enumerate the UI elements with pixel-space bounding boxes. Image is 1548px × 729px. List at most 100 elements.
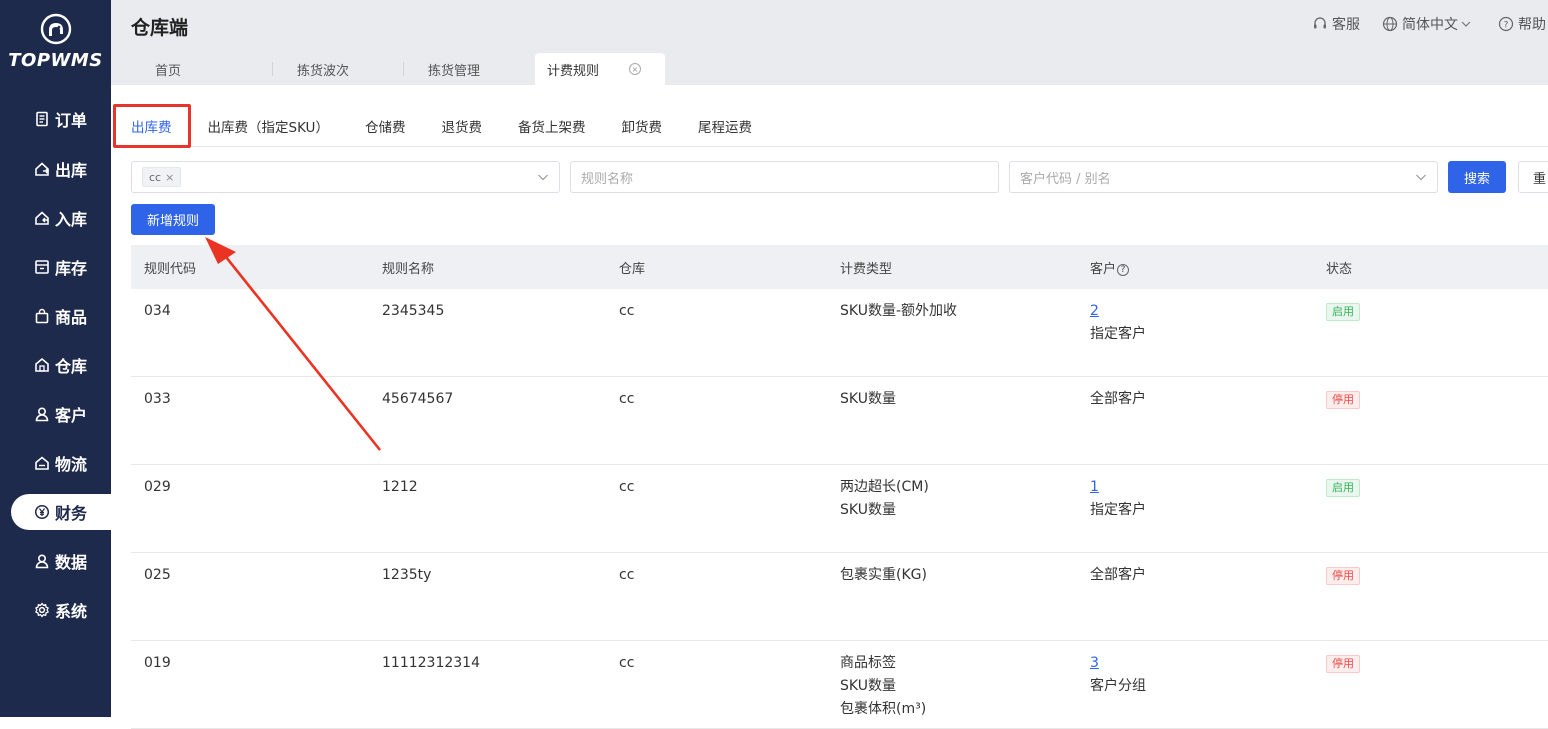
elephant-logo-icon — [40, 13, 71, 45]
table-header: 规则代码 规则名称 仓库 计费类型 客户? 状态 — [131, 245, 1548, 289]
customer: 全部客户 — [1090, 388, 1146, 411]
column-header: 规则代码 — [144, 258, 196, 281]
tab-3[interactable]: 计费规则 × — [535, 53, 665, 85]
sidebar-item-label: 库存 — [55, 259, 88, 278]
reset-button[interactable]: 重 — [1518, 161, 1548, 193]
customer-count-link[interactable]: 2 — [1090, 300, 1146, 323]
sidebar-item-label: 出库 — [55, 161, 88, 180]
sidebar-item-label: 仓库 — [55, 357, 88, 376]
customer-select[interactable]: 客户代码 / 别名 — [1009, 161, 1438, 193]
status-badge: 停用 — [1326, 567, 1360, 585]
tab-close-icon[interactable]: × — [629, 63, 642, 75]
customer-scope: 全部客户 — [1090, 391, 1146, 407]
inbound-icon — [33, 209, 51, 227]
sidebar-item-3[interactable]: 库存 — [11, 249, 111, 285]
language-select[interactable]: 简体中文 — [1382, 14, 1476, 34]
customer-scope: 全部客户 — [1090, 567, 1146, 583]
customer-service-button[interactable]: 客服 — [1312, 14, 1360, 34]
column-header: 规则名称 — [382, 258, 434, 281]
fee-types: 两边超长(CM) SKU数量 — [840, 476, 929, 522]
fee-type: 两边超长(CM) — [840, 479, 929, 495]
rule-code: 025 — [144, 567, 171, 583]
subtab-2[interactable]: 仓储费 — [365, 105, 406, 147]
sidebar-item-2[interactable]: 入库 — [11, 200, 111, 236]
column-header-label: 规则代码 — [144, 262, 197, 277]
sidebar-item-6[interactable]: 客户 — [11, 396, 111, 432]
fee-type: 包裹实重(KG) — [840, 567, 927, 583]
sidebar-item-1[interactable]: 出库 — [11, 151, 111, 187]
sidebar-item-0[interactable]: 订单 — [11, 101, 111, 137]
column-header-label: 客户 — [1090, 262, 1117, 277]
rule-code: 033 — [144, 391, 171, 407]
customer-scope: 指定客户 — [1090, 326, 1146, 342]
question-circle-icon[interactable]: ? — [1117, 264, 1130, 276]
sidebar: TOPWMS 订单 出库 入库 库存 商品 仓库 客户 物流 财务 数据 系统 — [0, 0, 111, 717]
help-button[interactable]: ? 帮助 — [1498, 14, 1548, 34]
tab-label: 首页 — [155, 63, 182, 79]
fee-types: 包裹实重(KG) — [840, 564, 927, 587]
sidebar-item-label: 财务 — [55, 504, 88, 523]
column-header-label: 仓库 — [619, 262, 646, 277]
chip-close-icon[interactable]: × — [165, 171, 174, 184]
rule-name: 1212 — [382, 479, 418, 495]
fee-types: 商品标签 SKU数量 包裹体积(m³) — [840, 652, 926, 721]
rule-name-placeholder: 规则名称 — [581, 171, 634, 187]
warehouse: cc — [619, 303, 635, 319]
customer: 3 客户分组 — [1090, 652, 1146, 698]
help-label: 帮助 — [1518, 17, 1546, 33]
status-cell: 启用 — [1326, 476, 1360, 499]
search-button[interactable]: 搜索 — [1448, 161, 1506, 193]
customer-count-link[interactable]: 3 — [1090, 652, 1146, 675]
sidebar-item-9[interactable]: 数据 — [11, 543, 111, 579]
add-rule-button[interactable]: 新增规则 — [131, 204, 215, 235]
fee-types: SKU数量-额外加收 — [840, 300, 957, 323]
inventory-box-icon — [33, 258, 51, 276]
fee-type: 包裹体积(m³) — [840, 701, 927, 717]
table-row: 033 45674567 cc SKU数量 全部客户 停用 — [131, 377, 1548, 465]
column-header: 仓库 — [619, 258, 645, 281]
subtab-5[interactable]: 卸货费 — [621, 105, 662, 147]
chevron-down-icon — [538, 174, 548, 181]
sidebar-item-8[interactable]: 财务 — [11, 494, 111, 530]
logistics-icon — [33, 454, 51, 472]
sidebar-item-label: 订单 — [55, 111, 88, 130]
highlight-annotation-box — [113, 104, 191, 148]
sidebar-item-4[interactable]: 商品 — [11, 298, 111, 334]
rule-name: 2345345 — [382, 303, 445, 319]
outbound-icon — [33, 160, 51, 178]
warehouse-chip[interactable]: cc × — [142, 167, 182, 187]
header-tools: 客服 简体中文 ? 帮助 — [1290, 14, 1548, 34]
fee-type: SKU数量 — [840, 502, 896, 518]
tab-label: 计费规则 — [547, 63, 600, 79]
status-badge: 停用 — [1326, 655, 1360, 673]
subtab-4[interactable]: 备货上架费 — [518, 105, 586, 147]
rule-name-input[interactable]: 规则名称 — [570, 161, 999, 193]
fee-type: SKU数量-额外加收 — [840, 303, 957, 319]
service-label: 客服 — [1332, 17, 1360, 33]
status-cell: 启用 — [1326, 300, 1360, 323]
rule-name: 1235ty — [382, 567, 432, 583]
sidebar-item-label: 物流 — [55, 455, 88, 474]
language-label: 简体中文 — [1402, 17, 1458, 33]
customer: 1 指定客户 — [1090, 476, 1146, 522]
sidebar-item-10[interactable]: 系统 — [11, 592, 111, 628]
data-user-icon — [33, 552, 51, 570]
customer: 全部客户 — [1090, 564, 1146, 587]
table-row: 034 2345345 cc SKU数量-额外加收 2 指定客户 启用 — [131, 289, 1548, 377]
column-header-label: 规则名称 — [382, 262, 435, 277]
sidebar-item-label: 商品 — [55, 308, 88, 327]
svg-text:?: ? — [1504, 21, 1509, 31]
subtab-6[interactable]: 尾程运费 — [698, 105, 752, 147]
yen-coin-icon — [33, 503, 51, 521]
warehouse-select[interactable]: cc × — [131, 161, 560, 193]
sidebar-item-5[interactable]: 仓库 — [11, 347, 111, 383]
column-header-label: 状态 — [1326, 262, 1353, 277]
tab-1[interactable]: 拣货波次 — [273, 53, 404, 85]
subtab-1[interactable]: 出库费（指定SKU） — [208, 105, 329, 147]
subtab-3[interactable]: 退货费 — [441, 105, 482, 147]
sidebar-item-label: 数据 — [55, 553, 88, 572]
tab-0[interactable]: 首页 — [131, 53, 273, 85]
tab-2[interactable]: 拣货管理 — [404, 53, 535, 85]
customer-count-link[interactable]: 1 — [1090, 476, 1146, 499]
sidebar-item-7[interactable]: 物流 — [11, 445, 111, 481]
